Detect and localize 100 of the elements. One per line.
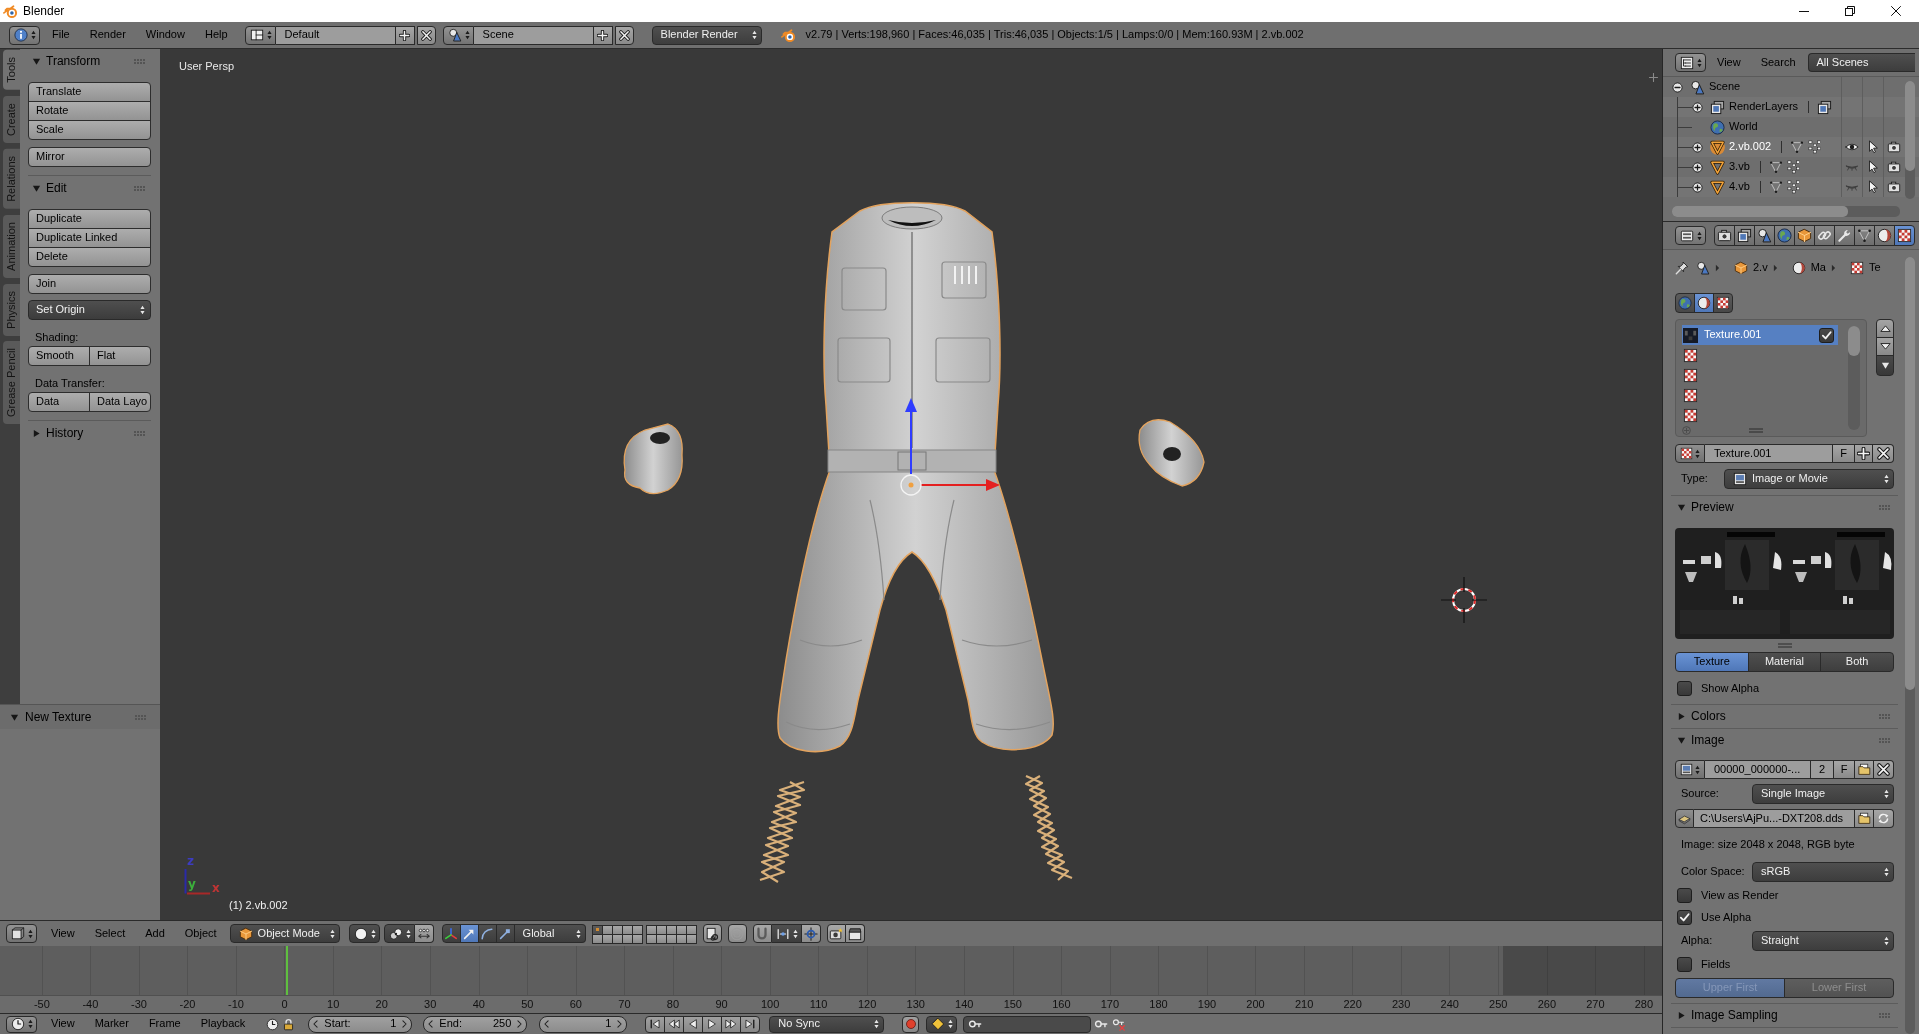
add-button[interactable]: [593, 25, 613, 45]
ring-toggle-button[interactable]: [727, 924, 747, 943]
layer-button[interactable]: [665, 924, 677, 935]
layer-button[interactable]: [655, 924, 667, 935]
camera-icon[interactable]: [1887, 180, 1901, 194]
panel-header[interactable]: Image Sampling: [1671, 1003, 1898, 1027]
expand-toggle-icon[interactable]: [1692, 161, 1703, 173]
panel-header[interactable]: Transform: [28, 49, 151, 73]
key-remove-icon[interactable]: [1112, 1017, 1127, 1031]
reload-button[interactable]: [1874, 809, 1894, 828]
pivot-dropdown[interactable]: [383, 924, 415, 943]
tool-button[interactable]: Translate: [28, 82, 151, 102]
editor-type-button[interactable]: [1675, 226, 1706, 245]
layer-button[interactable]: [631, 933, 643, 944]
toolshelf-tab[interactable]: Create: [3, 95, 20, 143]
new-texture-button[interactable]: [1855, 444, 1873, 463]
snap-element-dropdown[interactable]: [771, 924, 802, 943]
preview-mode-option[interactable]: Texture: [1675, 652, 1749, 672]
transform-gizmo[interactable]: [898, 396, 1002, 498]
keying-set-field[interactable]: [963, 1015, 1092, 1033]
layer-button[interactable]: [611, 933, 623, 944]
layer-button[interactable]: [601, 924, 613, 935]
outliner-item[interactable]: 2.vb.002: [1729, 140, 1772, 154]
open-image-button[interactable]: [1855, 760, 1874, 779]
cursor-arrow-icon[interactable]: [1866, 180, 1880, 194]
scene-name-field[interactable]: Scene: [473, 25, 594, 45]
next-keyframe-button[interactable]: [721, 1015, 742, 1033]
layer-button[interactable]: [685, 933, 697, 944]
toolshelf-tab[interactable]: Grease Pencil: [3, 341, 20, 425]
menu-item[interactable]: Search: [1750, 53, 1806, 72]
properties-tab[interactable]: [1894, 225, 1915, 246]
menu-item[interactable]: Object: [174, 924, 227, 943]
properties-tab[interactable]: [1834, 225, 1855, 246]
tool-button[interactable]: Data Layo: [89, 392, 151, 412]
layout-browse-button[interactable]: [244, 25, 276, 45]
tool-button[interactable]: Data: [28, 392, 90, 412]
delete-button[interactable]: [416, 25, 436, 45]
layer-button[interactable]: [685, 924, 697, 935]
outliner-item[interactable]: Scene: [1709, 80, 1741, 94]
texture-context-button[interactable]: [1713, 293, 1733, 313]
menu-item[interactable]: Frame: [138, 1015, 191, 1033]
tool-button[interactable]: Smooth: [28, 346, 90, 366]
delete-button[interactable]: [614, 25, 634, 45]
toolshelf-tab[interactable]: Tools: [3, 50, 20, 90]
layer-button[interactable]: [601, 933, 613, 944]
start-frame-field[interactable]: Start: 1: [308, 1015, 413, 1033]
unlink-button[interactable]: [1874, 760, 1894, 779]
menu-item[interactable]: Playback: [190, 1015, 256, 1033]
jump-to-end-button[interactable]: [740, 1015, 761, 1033]
layer-button[interactable]: [675, 933, 687, 944]
cursor-arrow-icon[interactable]: [1866, 160, 1880, 174]
properties-tab[interactable]: [1754, 225, 1775, 246]
dropdown-menu[interactable]: Straight: [1752, 931, 1894, 951]
cursor-arrow-icon[interactable]: [1866, 140, 1880, 154]
specials-menu-button[interactable]: [1876, 355, 1894, 376]
lock-icon[interactable]: [282, 1017, 296, 1031]
link-toggle-button[interactable]: [702, 924, 722, 943]
layer-button[interactable]: [645, 933, 657, 944]
properties-tab[interactable]: [1794, 225, 1815, 246]
end-frame-field[interactable]: End: 250: [423, 1015, 528, 1033]
panel-header[interactable]: New Texture: [0, 704, 160, 729]
orientation-dropdown[interactable]: Global: [514, 924, 586, 943]
vertical-scrollbar[interactable]: [1905, 257, 1915, 1034]
texture-name-field[interactable]: Texture.001: [1705, 444, 1833, 463]
render-still-button[interactable]: [826, 924, 846, 943]
layer-button[interactable]: [621, 933, 633, 944]
menu-item[interactable]: Render: [79, 25, 136, 45]
vertical-scrollbar[interactable]: [1905, 81, 1915, 199]
dropdown-menu[interactable]: sRGB: [1752, 862, 1894, 882]
checkbox[interactable]: [1677, 681, 1692, 696]
image-name-field[interactable]: 00000_000000-...: [1705, 760, 1811, 779]
resize-grip-icon[interactable]: [1777, 643, 1792, 648]
layer-button[interactable]: [621, 924, 633, 935]
layer-button[interactable]: [631, 924, 643, 935]
auto-keying-button[interactable]: [902, 1015, 920, 1033]
panel-header[interactable]: Colors: [1671, 704, 1898, 728]
panel-header[interactable]: Preview: [1671, 495, 1898, 519]
menu-item[interactable]: View: [41, 924, 85, 943]
render-engine-dropdown[interactable]: Blender Render: [651, 25, 762, 45]
menu-item[interactable]: Select: [84, 924, 136, 943]
vertical-scrollbar[interactable]: [1848, 326, 1860, 430]
texture-slot[interactable]: Texture.001: [1682, 325, 1838, 345]
layer-button[interactable]: [591, 933, 603, 944]
horizontal-scrollbar[interactable]: [1672, 206, 1900, 217]
properties-tab[interactable]: [1854, 225, 1875, 246]
clock-icon[interactable]: [266, 1017, 280, 1031]
texture-context-button[interactable]: [1694, 293, 1714, 313]
texture-type-dropdown[interactable]: Image or Movie: [1724, 469, 1894, 489]
sync-mode-dropdown[interactable]: No Sync: [769, 1015, 885, 1033]
preview-mode-option[interactable]: Material: [1747, 652, 1822, 672]
outliner-item[interactable]: 4.vb: [1729, 180, 1750, 194]
image-browse-button[interactable]: [1675, 760, 1705, 779]
current-frame-field[interactable]: 1: [539, 1015, 628, 1033]
expand-toggle-icon[interactable]: [1692, 101, 1703, 113]
mode-dropdown[interactable]: Object Mode: [229, 924, 340, 943]
checkbox[interactable]: [1677, 957, 1692, 972]
checkbox[interactable]: [1677, 910, 1692, 925]
fake-user-button[interactable]: F: [1833, 444, 1855, 463]
panel-header[interactable]: Edit: [28, 175, 151, 200]
expand-toggle-icon[interactable]: [1692, 181, 1703, 193]
